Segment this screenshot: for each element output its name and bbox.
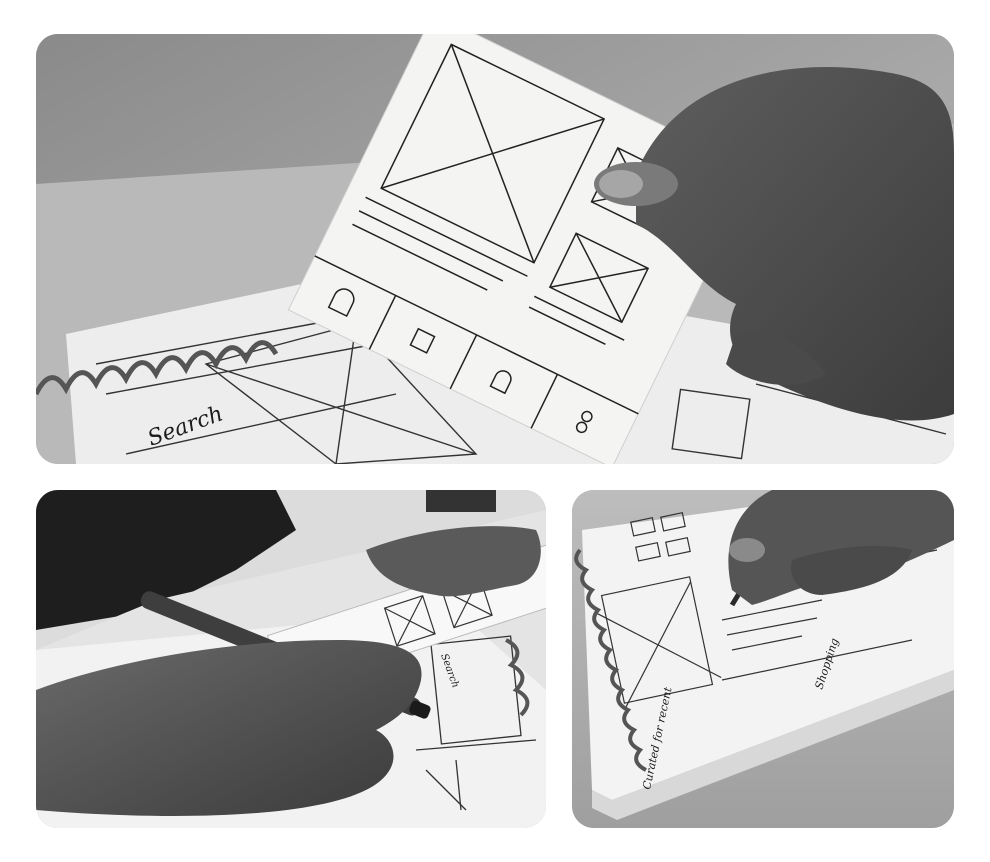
photo-sketching-paper-strip: Search — [36, 490, 546, 828]
photo-writing-notes-in-sketchbook: Curated for recent Shopping — [572, 490, 954, 828]
desk-object — [426, 490, 496, 512]
photo-hand-holding-paper-prototype: Search — [36, 34, 954, 464]
